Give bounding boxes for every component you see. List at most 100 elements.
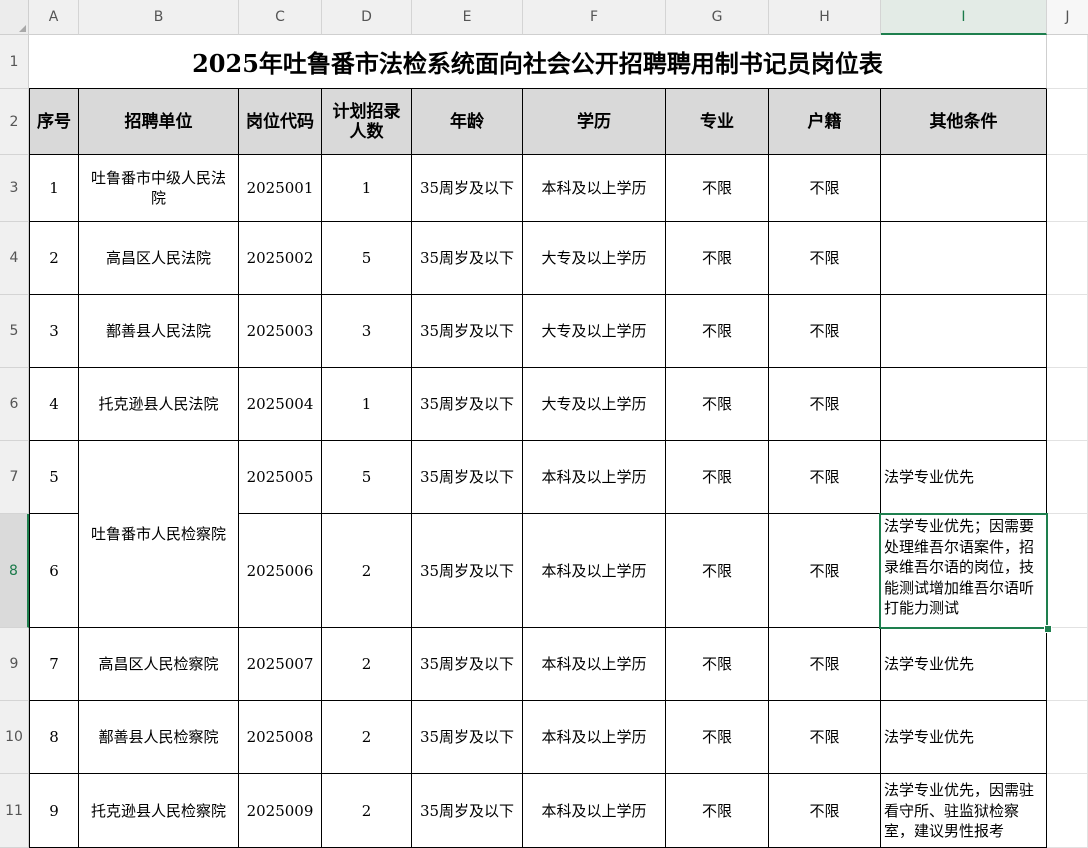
cell-plan[interactable]: 3 <box>322 295 412 368</box>
cell-age[interactable]: 35周岁及以下 <box>412 628 523 701</box>
cell-major[interactable]: 不限 <box>666 155 769 222</box>
header-age[interactable]: 年龄 <box>412 89 523 155</box>
grid-cell[interactable] <box>1047 222 1088 295</box>
cell-age[interactable]: 35周岁及以下 <box>412 155 523 222</box>
cell-huji[interactable]: 不限 <box>769 774 881 848</box>
cell-edu[interactable]: 本科及以上学历 <box>523 155 666 222</box>
cell-major[interactable]: 不限 <box>666 628 769 701</box>
cell-edu[interactable]: 大专及以上学历 <box>523 295 666 368</box>
cell-age[interactable]: 35周岁及以下 <box>412 368 523 441</box>
header-major[interactable]: 专业 <box>666 89 769 155</box>
cell-major[interactable]: 不限 <box>666 441 769 514</box>
grid-cell[interactable] <box>1047 441 1088 514</box>
header-other[interactable]: 其他条件 <box>881 89 1047 155</box>
column-header-b[interactable]: B <box>79 0 239 35</box>
cell-unit[interactable]: 高昌区人民检察院 <box>79 628 239 701</box>
cell-huji[interactable]: 不限 <box>769 441 881 514</box>
row-header-10[interactable]: 10 <box>0 701 29 774</box>
column-header-d[interactable]: D <box>322 0 412 35</box>
cell-edu[interactable]: 本科及以上学历 <box>523 774 666 848</box>
cell-other[interactable]: 法学专业优先 <box>881 441 1047 514</box>
cell-age[interactable]: 35周岁及以下 <box>412 295 523 368</box>
row-header-1[interactable]: 1 <box>0 35 29 89</box>
row-header-11[interactable]: 11 <box>0 774 29 848</box>
header-huji[interactable]: 户籍 <box>769 89 881 155</box>
cell-seq[interactable]: 1 <box>29 155 79 222</box>
cell-plan[interactable]: 2 <box>322 701 412 774</box>
row-header-5[interactable]: 5 <box>0 295 29 368</box>
cell-code[interactable]: 2025007 <box>239 628 322 701</box>
cell-seq[interactable]: 8 <box>29 701 79 774</box>
cell-code[interactable]: 2025009 <box>239 774 322 848</box>
cell-edu[interactable]: 本科及以上学历 <box>523 514 666 628</box>
grid-cell[interactable] <box>1047 701 1088 774</box>
cell-unit[interactable]: 鄯善县人民检察院 <box>79 701 239 774</box>
cell-huji[interactable]: 不限 <box>769 628 881 701</box>
header-code[interactable]: 岗位代码 <box>239 89 322 155</box>
cell-plan[interactable]: 1 <box>322 155 412 222</box>
cell-edu[interactable]: 本科及以上学历 <box>523 628 666 701</box>
cell-huji[interactable]: 不限 <box>769 514 881 628</box>
row-header-7[interactable]: 7 <box>0 441 29 514</box>
cell-plan[interactable]: 2 <box>322 774 412 848</box>
grid-cell[interactable] <box>1047 89 1088 155</box>
cell-other[interactable]: 法学专业优先，因需驻看守所、驻监狱检察室，建议男性报考 <box>881 774 1047 848</box>
cell-unit[interactable]: 鄯善县人民法院 <box>79 295 239 368</box>
cell-major[interactable]: 不限 <box>666 368 769 441</box>
row-header-2[interactable]: 2 <box>0 89 29 155</box>
column-header-a[interactable]: A <box>29 0 79 35</box>
row-header-9[interactable]: 9 <box>0 628 29 701</box>
cell-other[interactable] <box>881 368 1047 441</box>
cell-seq[interactable]: 5 <box>29 441 79 514</box>
cell-seq[interactable]: 4 <box>29 368 79 441</box>
grid-cell[interactable] <box>1047 628 1088 701</box>
select-all-corner[interactable] <box>0 0 29 35</box>
cell-other[interactable] <box>881 155 1047 222</box>
cell-other-selected[interactable]: 法学专业优先；因需要处理维吾尔语案件，招录维吾尔语的岗位，技能测试增加维吾尔语听… <box>881 514 1047 628</box>
cell-code[interactable]: 2025004 <box>239 368 322 441</box>
cell-seq[interactable]: 2 <box>29 222 79 295</box>
cell-edu[interactable]: 大专及以上学历 <box>523 368 666 441</box>
cell-age[interactable]: 35周岁及以下 <box>412 774 523 848</box>
cell-major[interactable]: 不限 <box>666 514 769 628</box>
cell-code[interactable]: 2025002 <box>239 222 322 295</box>
cell-other[interactable]: 法学专业优先 <box>881 628 1047 701</box>
header-seq[interactable]: 序号 <box>29 89 79 155</box>
cell-unit[interactable]: 托克逊县人民法院 <box>79 368 239 441</box>
cell-other[interactable] <box>881 222 1047 295</box>
column-header-f[interactable]: F <box>523 0 666 35</box>
grid-cell[interactable] <box>1047 35 1088 89</box>
cell-seq[interactable]: 7 <box>29 628 79 701</box>
grid-cell[interactable] <box>1047 514 1088 628</box>
cell-major[interactable]: 不限 <box>666 295 769 368</box>
cell-edu[interactable]: 本科及以上学历 <box>523 441 666 514</box>
cell-age[interactable]: 35周岁及以下 <box>412 514 523 628</box>
cell-age[interactable]: 35周岁及以下 <box>412 701 523 774</box>
cell-plan[interactable]: 2 <box>322 628 412 701</box>
header-edu[interactable]: 学历 <box>523 89 666 155</box>
cell-code[interactable]: 2025008 <box>239 701 322 774</box>
column-header-e[interactable]: E <box>412 0 523 35</box>
cell-plan[interactable]: 5 <box>322 222 412 295</box>
column-header-i[interactable]: I <box>881 0 1047 35</box>
cell-seq[interactable]: 3 <box>29 295 79 368</box>
header-unit[interactable]: 招聘单位 <box>79 89 239 155</box>
grid-cell[interactable] <box>1047 155 1088 222</box>
header-plan[interactable]: 计划招录人数 <box>322 89 412 155</box>
cell-unit[interactable]: 托克逊县人民检察院 <box>79 774 239 848</box>
sheet-title[interactable]: 2025年吐鲁番市法检系统面向社会公开招聘聘用制书记员岗位表 <box>29 35 1047 89</box>
cell-major[interactable]: 不限 <box>666 701 769 774</box>
cell-huji[interactable]: 不限 <box>769 295 881 368</box>
grid-cell[interactable] <box>1047 774 1088 848</box>
cell-unit[interactable]: 高昌区人民法院 <box>79 222 239 295</box>
cell-huji[interactable]: 不限 <box>769 155 881 222</box>
cell-code[interactable]: 2025001 <box>239 155 322 222</box>
cell-major[interactable]: 不限 <box>666 222 769 295</box>
cell-plan[interactable]: 1 <box>322 368 412 441</box>
cell-huji[interactable]: 不限 <box>769 368 881 441</box>
row-header-4[interactable]: 4 <box>0 222 29 295</box>
column-header-h[interactable]: H <box>769 0 881 35</box>
column-header-j[interactable]: J <box>1047 0 1088 35</box>
cell-code[interactable]: 2025003 <box>239 295 322 368</box>
cell-other[interactable]: 法学专业优先 <box>881 701 1047 774</box>
